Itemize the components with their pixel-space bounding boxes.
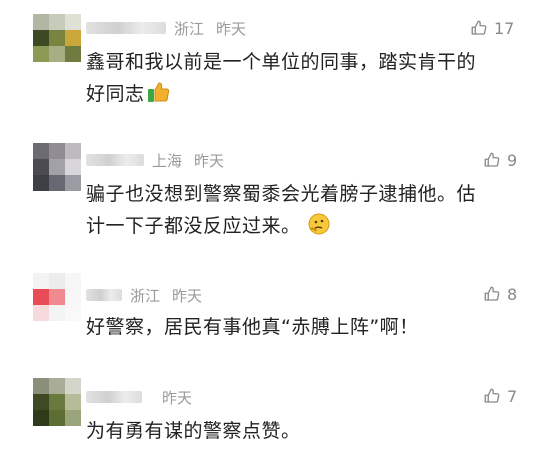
like-button[interactable]: 9 [483,149,517,171]
thumbs-up-outline-icon [471,20,487,35]
avatar[interactable] [33,143,81,191]
like-count: 8 [507,284,518,304]
comment-meta: 浙江 昨天 [86,285,202,305]
comment-text-line: 好同志 [86,78,476,113]
thumbs-up-outline-icon [484,388,500,403]
username-redacted[interactable] [86,22,166,34]
avatar[interactable] [33,14,81,62]
comment-location: 上海 [152,151,183,170]
like-button[interactable]: 17 [470,17,514,39]
comment-meta: 上海 昨天 [86,150,224,170]
comment-meta: 昨天 [86,387,192,407]
comment-time: 昨天 [194,151,225,170]
like-count: 7 [507,386,518,406]
username-redacted[interactable] [86,391,142,403]
comment-text: 好警察，居民有事他真“赤膊上阵”啊！ [86,311,419,343]
comment-text-line: 骗子也没想到警察蜀黍会光着膀子逮捕他。估 [86,183,477,205]
comment-time: 昨天 [172,286,203,305]
thinking-face-emoji [307,212,331,246]
like-button[interactable]: 8 [483,283,517,305]
comment-time: 昨天 [216,19,247,38]
thumbs-up-emoji [147,81,171,113]
username-redacted[interactable] [86,289,122,301]
comment-text: 骗子也没想到警察蜀黍会光着膀子逮捕他。估 计一下子都没反应过来。 [86,178,476,246]
comment-text: 鑫哥和我以前是一个单位的同事，踏实肯干的 好同志 [86,46,476,113]
like-count: 9 [507,150,518,170]
comment-text-line: 计一下子都没反应过来。 [86,210,476,246]
comment-time: 昨天 [162,388,193,407]
thumbs-up-outline-icon [484,152,500,167]
comment-text: 为有勇有谋的警察点赞。 [86,415,301,447]
like-button[interactable]: 7 [483,385,517,407]
username-redacted[interactable] [86,154,144,166]
comment-text-line: 好警察，居民有事他真“赤膊上阵”啊！ [86,316,419,338]
like-count: 17 [494,18,515,38]
thumbs-up-outline-icon [484,286,500,301]
comment-meta: 浙江 昨天 [86,18,246,38]
avatar[interactable] [33,273,81,321]
comment-text-line: 为有勇有谋的警察点赞。 [86,420,301,442]
comment-text-line: 鑫哥和我以前是一个单位的同事，踏实肯干的 [86,51,477,73]
comment-location: 浙江 [130,286,161,305]
comment-location: 浙江 [174,19,205,38]
avatar[interactable] [33,378,81,426]
